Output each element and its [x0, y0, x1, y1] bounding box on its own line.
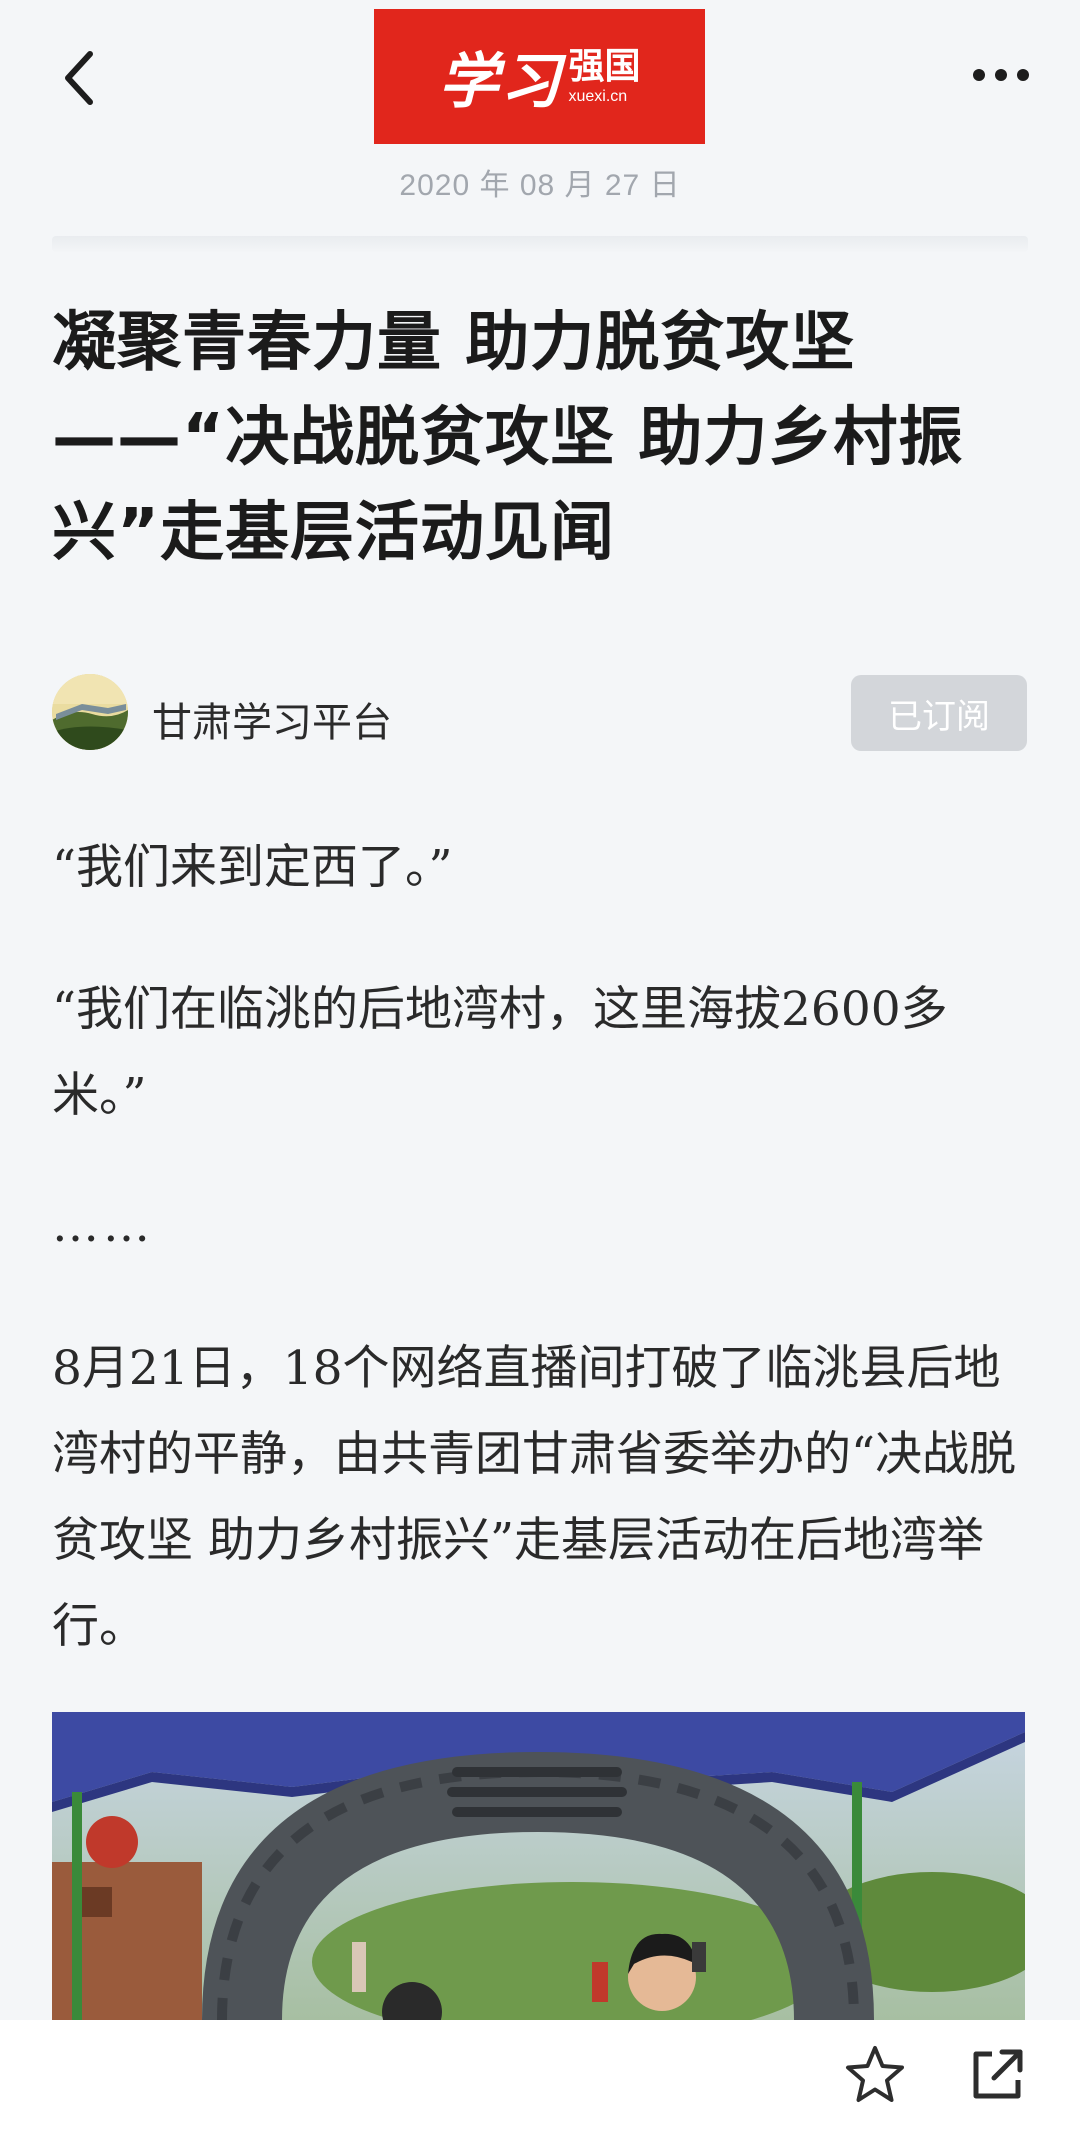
bottom-toolbar	[0, 2020, 1080, 2145]
article-paragraph: ……	[52, 1198, 154, 1253]
title-line: 凝聚青春力量 助力脱贫攻坚	[52, 306, 856, 380]
author-name[interactable]: 甘肃学习平台	[152, 690, 392, 748]
avatar-image	[52, 674, 128, 750]
photo-image	[52, 1712, 1025, 2020]
back-button[interactable]	[48, 38, 108, 118]
logo-main-text: 学习	[438, 47, 563, 117]
author-avatar[interactable]	[52, 674, 128, 750]
logo-sub-text: 强国	[568, 45, 641, 87]
title-line: 兴”走基层活动见闻	[52, 496, 616, 570]
share-button[interactable]	[962, 2040, 1032, 2110]
header-divider	[52, 236, 1028, 252]
more-button[interactable]	[966, 50, 1036, 100]
xuexi-logo: 学习 强国 xuexi.cn	[374, 9, 705, 144]
logo-url-text: xuexi.cn	[568, 87, 628, 105]
article-paragraph: 8月21日，18个网络直播间打破了临洮县后地湾村的平静，由共青团甘肃省委举办的“…	[52, 1341, 1017, 1654]
favorite-button[interactable]	[840, 2040, 910, 2110]
article-paragraph: “我们来到定西了。”	[52, 840, 453, 895]
back-icon	[65, 51, 93, 105]
title-line: ——“决战脱贫攻坚 助力乡村振	[52, 401, 964, 475]
article-title: 凝聚青春力量 助力脱贫攻坚 ——“决战脱贫攻坚 助力乡村振 兴”走基层活动见闻	[52, 296, 1032, 581]
more-icon	[973, 69, 1029, 81]
publish-date: 2020 年 08 月 27 日	[399, 169, 681, 202]
article-photo[interactable]	[52, 1712, 1025, 2020]
star-icon	[846, 2046, 904, 2102]
article-page: 学习 强国 xuexi.cn 2020 年 08 月 27 日 凝聚青春力量 助…	[0, 0, 1080, 2145]
top-bar: 学习 强国 xuexi.cn 2020 年 08 月 27 日	[0, 0, 1080, 202]
article-paragraph: “我们在临洮的后地湾村，这里海拔2600多米。”	[52, 982, 948, 1123]
share-icon	[973, 2049, 1023, 2099]
subscribed-button[interactable]: 已订阅	[851, 675, 1027, 751]
